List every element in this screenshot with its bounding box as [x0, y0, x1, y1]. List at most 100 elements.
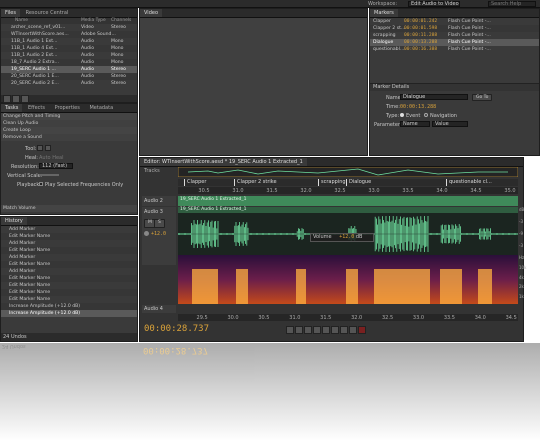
tab-history[interactable]: History [1, 217, 27, 225]
history-item[interactable]: Increase Amplitude (+12.0 dB) [1, 303, 137, 310]
pause-icon[interactable] [304, 326, 312, 334]
brush-tool-icon[interactable] [37, 145, 43, 151]
history-item[interactable]: Edit Marker Name [1, 261, 137, 268]
tab-files[interactable]: Files [1, 9, 20, 17]
workspace-select[interactable]: Edit Audio to Video [408, 1, 460, 7]
marker-flag[interactable]: Clapper 2 strike [234, 179, 277, 186]
playback-checkbox[interactable] [39, 182, 43, 186]
marker-flag[interactable]: Clapper [184, 179, 206, 186]
track-name-audio-2[interactable]: Audio 2 [144, 198, 163, 204]
track-volume-value[interactable]: +12.0 [151, 231, 166, 237]
spectral-energy [440, 269, 462, 304]
marker-name-input[interactable]: Dialogue [400, 94, 468, 100]
marker-flag[interactable]: Dialogue [346, 179, 371, 186]
close-file-icon[interactable] [21, 95, 29, 103]
navigation-radio[interactable] [424, 113, 428, 117]
search-help-input[interactable]: Search Help [488, 1, 536, 7]
play-icon[interactable] [295, 326, 303, 334]
param-value-cell[interactable]: Value [432, 121, 468, 127]
task-match-volume[interactable]: Match Volume [1, 205, 137, 212]
tab-properties[interactable]: Properties [51, 104, 84, 112]
tab-effects[interactable]: Effects [24, 104, 49, 112]
history-item[interactable]: Edit Marker Name [1, 247, 137, 254]
list-item[interactable]: 11B_1 Audio 2 Ext... Audio Mono [1, 52, 137, 59]
list-item[interactable]: WTInsertWithScore.aes... Adobe Sound... [1, 31, 137, 38]
go-to-end-icon[interactable] [340, 326, 348, 334]
list-item[interactable]: archer_scene_ref_v01... Video Stereo [1, 24, 137, 31]
tab-video[interactable]: Video [140, 9, 163, 17]
marker-flag[interactable]: questionable cl... [446, 179, 492, 186]
event-radio[interactable] [400, 113, 404, 117]
history-item[interactable]: Add Marker [1, 254, 137, 261]
import-icon[interactable] [12, 95, 20, 103]
clip-audio-2[interactable]: 19_SERC Audio 1 Extracted_1 [178, 196, 518, 206]
volume-hud[interactable]: Volume +12.0 dB [310, 233, 374, 242]
track-header-audio-3: Audio 3 M S +12.0 [142, 207, 176, 265]
ruler-bottom[interactable]: 29.5 30.0 30.5 31.0 31.5 32.0 32.5 33.0 33.5 34.0… [178, 314, 518, 321]
list-item[interactable]: 18_7 Audio 2 Extra... Audio Mono [1, 59, 137, 66]
resolution-select[interactable]: 112 (Fast) [39, 163, 73, 169]
list-item[interactable]: 11B_1 Audio 4 Ext... Audio Mono [1, 45, 137, 52]
marker-row[interactable]: Dialogue 00:00:13.288 Flash Cue Point -... [370, 39, 539, 46]
task-remove-sound[interactable]: Remove a Sound [1, 134, 137, 141]
history-item[interactable]: Increase Amplitude (+12.0 dB) [1, 310, 137, 317]
reflection-undo-count: 24 Undos [2, 343, 26, 349]
marker-row[interactable]: questionabl... 00:00:16.388 Flash Cue Poin… [370, 46, 539, 53]
editor-title[interactable]: Editor: WTInsertWithScore.aesd * 19_SERC… [140, 158, 307, 166]
stop-icon[interactable] [286, 326, 294, 334]
marker-type: Flash Cue Point -... [448, 19, 491, 24]
tab-markers[interactable]: Markers [370, 9, 398, 17]
tab-resource-central[interactable]: Resource Central [22, 9, 73, 17]
ruler-top[interactable]: 30.5 31.0 31.5 32.0 32.5 33.0 33.5 34.0 34.5 35.0 [178, 187, 518, 194]
go-to-start-icon[interactable] [313, 326, 321, 334]
history-item[interactable]: Add Marker [1, 226, 137, 233]
task-create-loop[interactable]: Create Loop [1, 127, 137, 134]
open-file-icon[interactable] [3, 95, 11, 103]
goto-button[interactable]: Go To [472, 94, 493, 101]
overview-waveform[interactable] [178, 167, 518, 177]
history-item[interactable]: Edit Marker Name [1, 282, 137, 289]
marker-type: Flash Cue Point -... [448, 33, 491, 38]
history-item[interactable]: Edit Marker Name [1, 275, 137, 282]
marker-row[interactable]: Clapper 00:00:01.242 Flash Cue Point -... [370, 18, 539, 25]
list-item[interactable]: 11B_1 Audio 1 Ext... Audio Mono [1, 38, 137, 45]
volume-knob-icon[interactable] [144, 231, 149, 236]
tab-tasks[interactable]: Tasks [1, 104, 23, 112]
tracks-menu[interactable]: Tracks [144, 168, 160, 174]
marker-flag[interactable]: scrapping [318, 179, 346, 186]
lasso-tool-icon[interactable] [45, 145, 51, 151]
marker-type-label: Type: [386, 113, 400, 119]
record-icon[interactable] [358, 326, 366, 334]
solo-button[interactable]: S [154, 219, 165, 228]
marker-row[interactable]: scrapping 00:00:11.288 Flash Cue Point -..… [370, 32, 539, 39]
history-item[interactable]: Edit Marker Name [1, 289, 137, 296]
track-name-audio-4[interactable]: Audio 4 [144, 306, 163, 312]
history-item[interactable]: Edit Marker Name [1, 233, 137, 240]
loop-icon[interactable] [349, 326, 357, 334]
scale-label: 4k [519, 274, 524, 280]
file-media-type: Audio [81, 53, 95, 58]
tab-metadata[interactable]: Metadata [85, 104, 117, 112]
marker-row[interactable]: Clapper 2 st... 00:00:01.598 Flash Cue Poi… [370, 25, 539, 32]
history-item[interactable]: Edit Marker Name [1, 296, 137, 303]
current-timecode[interactable]: 00:00:28.737 [144, 324, 209, 334]
task-change-pitch[interactable]: Change Pitch and Timing [1, 113, 137, 120]
spectral-view[interactable] [178, 255, 518, 304]
param-name-cell[interactable]: Name [400, 121, 430, 127]
heal-value[interactable]: Auto Heal [39, 155, 64, 161]
list-item[interactable]: 19_SERC Audio 1 ... Audio Stereo [1, 66, 137, 73]
history-item[interactable]: Add Marker [1, 240, 137, 247]
list-item[interactable]: 20_SERC Audio 1 E... Audio Stereo [1, 73, 137, 80]
history-item[interactable]: Add Marker [1, 268, 137, 275]
ruler-tick-label: 33.0 [412, 315, 425, 321]
vertical-scale-slider[interactable] [39, 174, 59, 176]
fast-forward-icon[interactable] [331, 326, 339, 334]
clip-audio-3[interactable]: 19_SERC Audio 1 Extracted_1 Volume +12.0… [178, 207, 518, 304]
marker-time-value[interactable]: 00:00:13.288 [400, 104, 436, 110]
file-name: 20_SERC Audio 2 E... [11, 81, 59, 86]
task-clean-up[interactable]: Clean Up Audio [1, 120, 137, 127]
rewind-icon[interactable] [322, 326, 330, 334]
list-item[interactable]: 20_SERC Audio 2 E... Audio Stereo [1, 80, 137, 87]
marker-time: 00:00:11.288 [404, 33, 438, 38]
track-name-audio-3[interactable]: Audio 3 [144, 209, 163, 215]
